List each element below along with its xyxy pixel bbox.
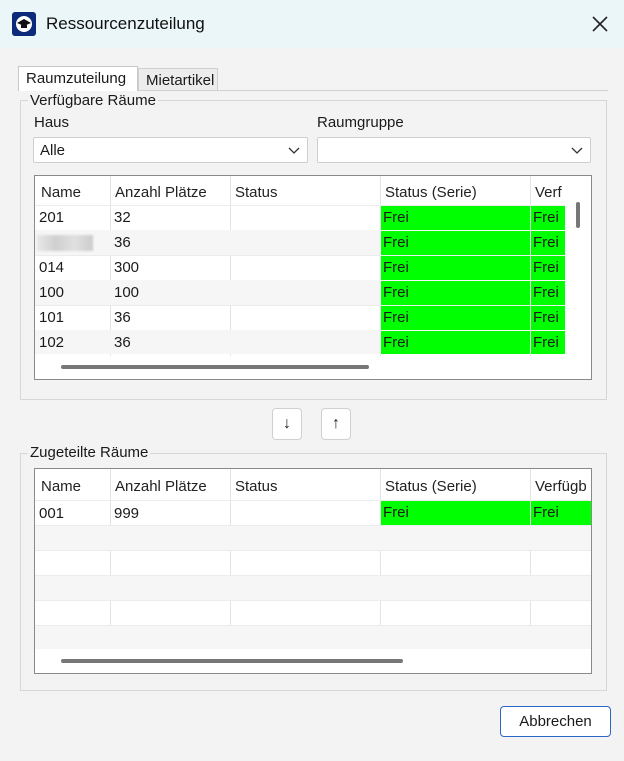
table-row[interactable]: 102 36 Frei Frei (35, 330, 565, 354)
cell-verfuegbar: Frei (531, 231, 565, 255)
cell-verfuegbar: Frei (531, 501, 591, 525)
cell-verfuegbar: Frei (531, 281, 565, 305)
status-serie-text: Frei (383, 309, 409, 326)
column-header-name[interactable]: Name (41, 478, 81, 495)
horizontal-scrollbar[interactable] (61, 365, 369, 369)
column-header-status-serie[interactable]: Status (Serie) (385, 478, 477, 495)
move-up-button[interactable]: ↑ (321, 408, 351, 440)
haus-label: Haus (34, 114, 70, 131)
column-header-verfuegbar[interactable]: Verfügb (535, 478, 587, 495)
column-header-name[interactable]: Name (41, 184, 81, 201)
available-rooms-label: Verfügbare Räume (28, 92, 158, 109)
verfuegbar-text: Frei (533, 334, 559, 351)
table-row[interactable]: 100 100 Frei Frei (35, 280, 565, 305)
status-serie-text: Frei (383, 334, 409, 351)
tab-raumzuteilung[interactable]: Raumzuteilung (18, 66, 138, 91)
cell-plaetze: 100 (114, 284, 140, 301)
cell-plaetze: 32 (114, 209, 131, 226)
cell-plaetze: 300 (114, 259, 140, 276)
cell-verfuegbar: Frei (531, 306, 565, 330)
empty-row (35, 526, 591, 551)
cell-verfuegbar: Frei (531, 256, 565, 280)
column-divider (110, 469, 111, 649)
chevron-down-icon (287, 143, 301, 157)
chevron-down-icon (570, 143, 584, 157)
cell-name: 102 (39, 334, 65, 351)
cell-name: 001 (39, 505, 65, 522)
raumgruppe-select[interactable] (317, 137, 591, 163)
column-header-plaetze[interactable]: Anzahl Plätze (115, 478, 207, 495)
column-header-status[interactable]: Status (235, 478, 278, 495)
raumgruppe-label: Raumgruppe (317, 114, 404, 131)
move-down-button[interactable]: ↓ (272, 408, 302, 440)
verfuegbar-text: Frei (533, 284, 559, 301)
column-header-status[interactable]: Status (235, 184, 278, 201)
status-serie-text: Frei (383, 234, 409, 251)
verfuegbar-text: Frei (533, 504, 559, 521)
cell-status-serie: Frei (381, 256, 530, 280)
assigned-rooms-label: Zugeteilte Räume (28, 444, 151, 461)
column-header-plaetze[interactable]: Anzahl Plätze (115, 184, 207, 201)
cell-verfuegbar: Frei (531, 206, 565, 230)
blurred-room-name (37, 235, 93, 251)
cell-plaetze: 999 (114, 505, 140, 522)
available-rooms-table[interactable]: Name Anzahl Plätze Status Status (Serie)… (34, 175, 592, 380)
tab-mietartikel[interactable]: Mietartikel (138, 68, 218, 90)
verfuegbar-text: Frei (533, 259, 559, 276)
cell-name: 101 (39, 309, 65, 326)
assigned-rooms-table[interactable]: Name Anzahl Plätze Status Status (Serie)… (34, 468, 592, 674)
status-serie-text: Frei (383, 504, 409, 521)
table-row[interactable]: 36 Frei Frei (35, 230, 565, 255)
cell-status-serie: Frei (381, 501, 530, 525)
cancel-button[interactable]: Abbrechen (500, 706, 611, 737)
cell-plaetze: 36 (114, 309, 131, 326)
empty-row (35, 576, 591, 601)
haus-select-value: Alle (40, 142, 66, 159)
window-title: Ressourcenzuteilung (46, 14, 205, 33)
status-serie-text: Frei (383, 284, 409, 301)
cell-name: 201 (39, 209, 65, 226)
empty-row (35, 626, 591, 649)
column-header-verfuegbar[interactable]: Verf (535, 184, 562, 201)
status-serie-text: Frei (383, 259, 409, 276)
table-row[interactable]: 201 32 Frei Frei (35, 205, 565, 230)
column-divider (230, 469, 231, 649)
cell-status-serie: Frei (381, 231, 530, 255)
column-divider (380, 469, 381, 649)
haus-select[interactable]: Alle (33, 137, 308, 163)
column-divider (530, 469, 531, 649)
status-serie-text: Frei (383, 209, 409, 226)
table-row[interactable]: 101 36 Frei Frei (35, 305, 565, 330)
cell-status-serie: Frei (381, 206, 530, 230)
table-row[interactable]: 001 999 Frei Frei (35, 500, 591, 525)
cell-name: 100 (39, 284, 65, 301)
cell-status-serie: Frei (381, 306, 530, 330)
column-header-status-serie[interactable]: Status (Serie) (385, 184, 477, 201)
row-divider (35, 550, 591, 551)
app-logo-icon (12, 12, 36, 36)
verfuegbar-text: Frei (533, 309, 559, 326)
verfuegbar-text: Frei (533, 234, 559, 251)
table-row[interactable]: 014 300 Frei Frei (35, 255, 565, 280)
row-divider (35, 600, 591, 601)
close-icon[interactable] (588, 12, 612, 36)
cell-plaetze: 36 (114, 234, 131, 251)
cell-name: 014 (39, 259, 65, 276)
cell-status-serie: Frei (381, 281, 530, 305)
verfuegbar-text: Frei (533, 209, 559, 226)
horizontal-scrollbar[interactable] (61, 659, 403, 663)
cell-verfuegbar: Frei (531, 331, 565, 354)
cell-status-serie: Frei (381, 331, 530, 354)
cell-plaetze: 36 (114, 334, 131, 351)
vertical-scrollbar[interactable] (576, 202, 580, 228)
